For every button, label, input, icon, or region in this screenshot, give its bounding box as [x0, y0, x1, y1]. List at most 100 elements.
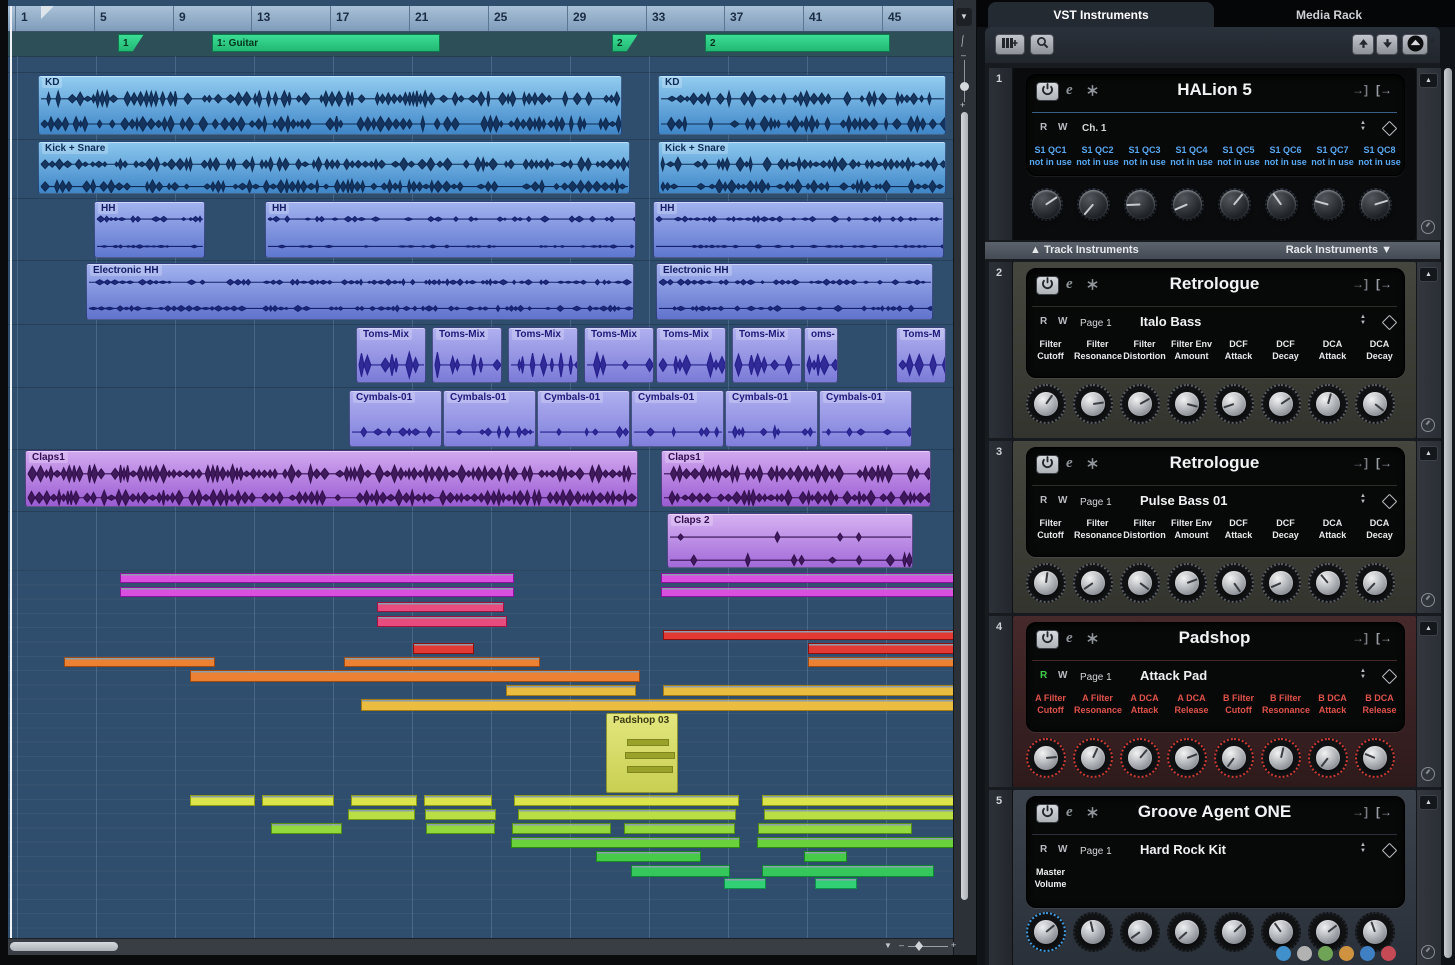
audio-clip-toms[interactable]: Toms-Mix	[356, 327, 426, 383]
midi-part-bar[interactable]	[762, 865, 934, 877]
midi-part-bar[interactable]	[514, 795, 739, 806]
event-display-grid[interactable]: KDKDKick + SnareKick + SnareHHHHHHElectr…	[8, 56, 953, 938]
collapse-all-button[interactable]	[1402, 34, 1428, 55]
midi-part-bar[interactable]	[808, 657, 953, 667]
midi-part-bar[interactable]	[361, 699, 953, 711]
rack-knob[interactable]	[1167, 384, 1207, 424]
midi-part-bar[interactable]	[808, 643, 953, 654]
audio-clip-kd[interactable]: KD	[38, 75, 622, 135]
midi-part-bar[interactable]	[64, 657, 215, 667]
rack-knob[interactable]	[1265, 188, 1298, 221]
midi-part-bar[interactable]	[190, 795, 255, 806]
midi-part-bar[interactable]	[804, 851, 847, 862]
unit-collapse-button[interactable]: ▲	[1419, 621, 1438, 636]
midi-part-bar[interactable]	[348, 809, 415, 820]
audio-clip-toms[interactable]: Toms-M	[896, 327, 946, 383]
vertical-zoom-slider-thumb[interactable]	[960, 82, 969, 91]
add-track-instrument-button[interactable]	[995, 34, 1025, 55]
move-down-button[interactable]	[1376, 34, 1398, 55]
vertical-zoom-in-icon[interactable]: +	[960, 100, 965, 110]
midi-part-bar[interactable]	[661, 573, 953, 583]
preset-name[interactable]: Attack Pad	[1140, 668, 1207, 683]
rack-knob[interactable]	[1355, 384, 1395, 424]
audio-clip-toms[interactable]: Toms-Mix	[732, 327, 802, 383]
unit-collapse-button[interactable]: ▲	[1419, 267, 1438, 282]
arranger-marker-flag[interactable]: 2	[612, 34, 638, 52]
rack-knob[interactable]	[1073, 912, 1113, 952]
audio-clip-kd[interactable]: KD	[658, 75, 946, 135]
midi-part-bar[interactable]	[426, 823, 495, 834]
rack-knob[interactable]	[1167, 738, 1207, 778]
move-up-button[interactable]	[1352, 34, 1374, 55]
audio-clip-kick[interactable]: Kick + Snare	[38, 141, 630, 194]
rack-knob[interactable]	[1026, 563, 1066, 603]
midi-part-bar[interactable]	[190, 670, 640, 682]
rack-knob[interactable]	[1308, 738, 1348, 778]
horizontal-zoom-in-icon[interactable]: +	[951, 940, 956, 950]
rack-section-divider[interactable]: ▲ Track Instruments Rack Instruments ▼	[985, 242, 1440, 259]
rack-knob[interactable]	[1261, 563, 1301, 603]
audio-clip-cym[interactable]: Cymbals-01	[725, 390, 818, 447]
audio-clip-claps[interactable]: Claps1	[25, 450, 638, 507]
read-automation-button[interactable]: R	[1040, 122, 1047, 133]
preset-spinner[interactable]: ▲▼	[1360, 120, 1366, 132]
rack-knob[interactable]	[1308, 384, 1348, 424]
horizontal-zoom-slider[interactable]	[908, 946, 948, 947]
rack-knob[interactable]	[1359, 188, 1392, 221]
audio-clip-ehh[interactable]: Electronic HH	[656, 263, 933, 320]
read-automation-button[interactable]: R	[1040, 316, 1047, 327]
tab-media-rack[interactable]: Media Rack	[1214, 2, 1444, 27]
rack-knob[interactable]	[1218, 188, 1251, 221]
horizontal-scrollbar[interactable]	[8, 938, 953, 956]
unit-collapse-button[interactable]: ▲	[1419, 73, 1438, 88]
audio-clip-toms[interactable]: Toms-Mix	[508, 327, 578, 383]
rack-knob[interactable]	[1261, 384, 1301, 424]
midi-part-bar[interactable]	[624, 823, 735, 834]
timeline-ruler[interactable]: 159131721252933374145	[8, 6, 953, 32]
audio-clip-cym[interactable]: Cymbals-01	[443, 390, 536, 447]
audio-clip-hh[interactable]: HH	[653, 201, 944, 258]
rack-knob[interactable]	[1120, 738, 1160, 778]
midi-part-bar[interactable]	[377, 602, 504, 612]
rack-knob[interactable]	[1077, 188, 1110, 221]
midi-part-bar[interactable]	[663, 630, 953, 640]
preset-spinner[interactable]: ▲▼	[1360, 493, 1366, 505]
preset-name[interactable]: Hard Rock Kit	[1140, 842, 1226, 857]
rack-scrollbar-thumb[interactable]	[1444, 68, 1452, 958]
audio-clip-hh[interactable]: HH	[265, 201, 636, 258]
midi-part-bar[interactable]	[631, 865, 730, 877]
write-automation-button[interactable]: W	[1058, 670, 1067, 681]
write-automation-button[interactable]: W	[1058, 122, 1067, 133]
midi-part-bar[interactable]	[815, 878, 857, 889]
horizontal-zoom-out-icon[interactable]: –	[899, 940, 904, 950]
audio-clip-toms[interactable]: Toms-Mix	[656, 327, 726, 383]
midi-part-bar[interactable]	[663, 685, 953, 696]
find-instruments-button[interactable]	[1030, 34, 1054, 55]
midi-part-bar[interactable]	[758, 823, 912, 834]
midi-part-bar[interactable]	[724, 878, 766, 889]
midi-part-bar[interactable]	[271, 823, 342, 834]
arranger-track-lane[interactable]: 11: Guitar22	[8, 32, 953, 57]
audio-clip-toms[interactable]: Toms-Mix	[432, 327, 502, 383]
rack-knob[interactable]	[1026, 912, 1066, 952]
audio-clip-cym[interactable]: Cymbals-01	[349, 390, 442, 447]
midi-part-bar[interactable]	[506, 685, 636, 696]
preset-name[interactable]: Italo Bass	[1140, 314, 1201, 329]
unit-collapse-button[interactable]: ▲	[1419, 446, 1438, 461]
audio-clip-cym[interactable]: Cymbals-01	[631, 390, 724, 447]
vertical-zoom-out-icon[interactable]: –	[961, 50, 966, 60]
midi-part-bar[interactable]	[762, 795, 953, 806]
rack-knob[interactable]	[1073, 563, 1113, 603]
midi-part-bar[interactable]	[764, 809, 953, 820]
midi-part-bar[interactable]	[518, 809, 736, 820]
write-automation-button[interactable]: W	[1058, 495, 1067, 506]
midi-part-padshop[interactable]: Padshop 03	[606, 713, 678, 793]
rack-knob[interactable]	[1214, 912, 1254, 952]
read-automation-button[interactable]: R	[1040, 495, 1047, 506]
rack-knob[interactable]	[1167, 563, 1207, 603]
midi-part-bar[interactable]	[424, 795, 492, 806]
rack-knob[interactable]	[1214, 738, 1254, 778]
audio-clip-toms[interactable]: Toms-Mix	[584, 327, 654, 383]
midi-part-bar[interactable]	[512, 823, 611, 834]
audio-clip-claps2[interactable]: Claps 2	[667, 513, 913, 568]
